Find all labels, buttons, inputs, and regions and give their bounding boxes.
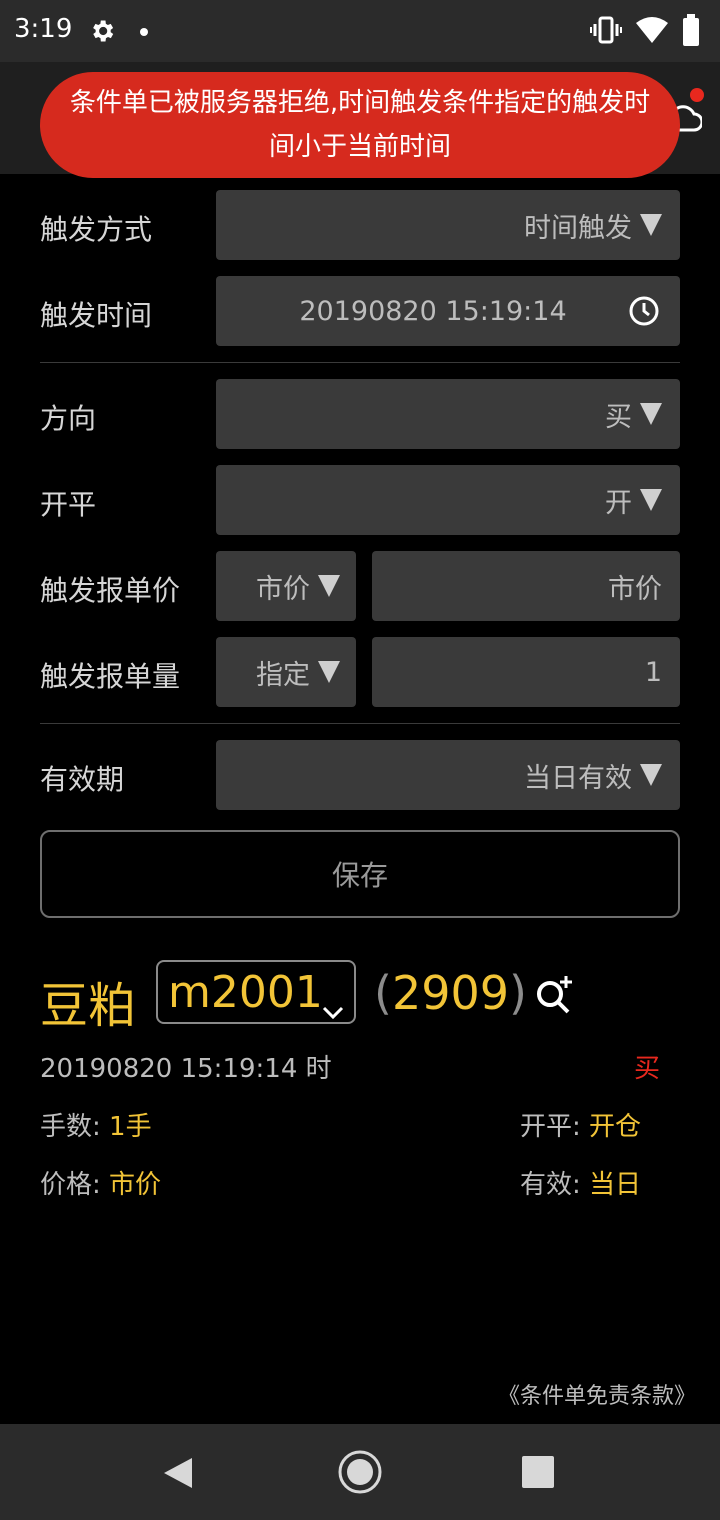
settings-gear-icon <box>88 17 116 49</box>
price-type-value: 市价 <box>109 1170 162 1200</box>
qty-value: 1手 <box>109 1112 152 1142</box>
trigger-time-label: 触发时间 <box>40 299 153 332</box>
validity-value: 当日有效 <box>524 762 632 794</box>
disclaimer-link[interactable]: 《条件单免责条款》 <box>498 1378 696 1410</box>
header-notification-dot <box>690 88 704 102</box>
vibrate-icon <box>590 16 622 48</box>
trigger-qty-value: 1 <box>644 656 662 688</box>
price-value: 2909 <box>391 966 510 1020</box>
direction-value: 买 <box>605 401 632 433</box>
open-close-label: 开平 <box>40 488 97 521</box>
validity-label: 有效期 <box>40 763 125 796</box>
back-icon[interactable] <box>162 1456 194 1494</box>
dropdown-triangle-icon <box>318 575 340 597</box>
open-close-value: 开 <box>605 487 632 519</box>
save-button[interactable]: 保存 <box>40 830 680 918</box>
home-icon[interactable] <box>338 1450 382 1498</box>
qty-label: 手数: <box>40 1112 101 1142</box>
price-label: 价格: <box>40 1170 101 1200</box>
direction-select[interactable]: 买 <box>216 379 680 449</box>
wifi-icon <box>636 17 668 47</box>
summary-direction: 买 <box>634 1054 661 1084</box>
trigger-price-value: 市价 <box>608 573 662 605</box>
recent-apps-icon[interactable] <box>522 1456 554 1488</box>
summary-validity: 有效: 当日 <box>520 1164 641 1201</box>
trigger-price-input[interactable]: 市价 <box>372 551 680 621</box>
validity-summary-value: 当日 <box>589 1170 642 1200</box>
trigger-qty-type-value: 指定 <box>256 659 310 691</box>
trigger-time-value: 20190820 15:19:14 <box>299 295 567 327</box>
divider <box>40 362 680 363</box>
open-close-summary-label: 开平: <box>520 1112 581 1142</box>
summary-trigger-time: 20190820 15:19:14 时 <box>40 1054 332 1084</box>
clock-icon[interactable] <box>628 295 660 334</box>
trigger-price-type-value: 市价 <box>256 573 310 605</box>
toast-message: 条件单已被服务器拒绝,时间触发条件指定的触发时间小于当前时间 <box>69 88 651 162</box>
summary-qty: 手数: 1手 <box>40 1106 152 1143</box>
direction-label: 方向 <box>40 402 97 435</box>
summary-price: 价格: 市价 <box>40 1164 161 1201</box>
trigger-mode-label: 触发方式 <box>40 213 153 246</box>
contract-select[interactable]: m2001 <box>156 960 356 1024</box>
price-open-paren: ( <box>374 966 392 1020</box>
trigger-price-label: 触发报单价 <box>40 574 181 607</box>
open-close-select[interactable]: 开 <box>216 465 680 535</box>
summary-open-close: 开平: 开仓 <box>520 1106 641 1143</box>
open-close-summary-value: 开仓 <box>589 1112 642 1142</box>
price-close-paren: ) <box>509 966 527 1020</box>
notification-dot-icon <box>140 28 148 36</box>
dropdown-triangle-icon <box>640 403 662 425</box>
divider <box>40 723 680 724</box>
trigger-qty-label: 触发报单量 <box>40 660 181 693</box>
dropdown-triangle-icon <box>640 214 662 236</box>
last-price: (2909) <box>374 966 527 1020</box>
validity-select[interactable]: 当日有效 <box>216 740 680 810</box>
contract-value: m2001 <box>168 966 323 1018</box>
dropdown-triangle-icon <box>640 489 662 511</box>
dropdown-triangle-icon <box>318 661 340 683</box>
zoom-in-icon[interactable] <box>534 974 576 1020</box>
trigger-qty-type-select[interactable]: 指定 <box>216 637 356 707</box>
trigger-time-field[interactable]: 20190820 15:19:14 <box>216 276 680 346</box>
battery-icon <box>682 14 700 50</box>
validity-summary-label: 有效: <box>520 1170 581 1200</box>
error-toast: 条件单已被服务器拒绝,时间触发条件指定的触发时间小于当前时间 <box>40 72 680 178</box>
chevron-down-icon <box>322 980 344 1031</box>
trigger-mode-select[interactable]: 时间触发 <box>216 190 680 260</box>
trigger-price-type-select[interactable]: 市价 <box>216 551 356 621</box>
trigger-qty-input[interactable]: 1 <box>372 637 680 707</box>
dropdown-triangle-icon <box>640 764 662 786</box>
trigger-mode-value: 时间触发 <box>524 212 632 244</box>
status-time: 3:19 <box>14 14 73 44</box>
product-name: 豆粕 <box>40 978 137 1034</box>
